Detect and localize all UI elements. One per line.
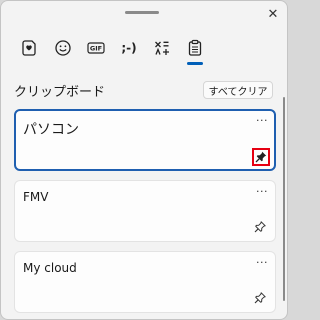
- smiley-icon: [55, 40, 71, 56]
- close-icon: ✕: [267, 6, 279, 22]
- symbols-icon: [155, 41, 169, 55]
- pin-button[interactable]: [251, 289, 269, 307]
- clipboard-item-text: My cloud: [23, 261, 77, 275]
- emoji-clipboard-panel: ✕ GIF ;-) クリップボード すべてクリア パソコン ··· FMV ··…: [0, 0, 288, 320]
- pin-button[interactable]: [252, 148, 270, 166]
- more-options-button[interactable]: ···: [256, 115, 268, 127]
- clipboard-icon: [188, 39, 202, 56]
- tab-stickers[interactable]: [17, 35, 43, 61]
- clipboard-item[interactable]: パソコン ···: [14, 109, 276, 171]
- pin-icon: [254, 221, 266, 233]
- tab-symbols[interactable]: [149, 35, 175, 61]
- close-button[interactable]: ✕: [263, 4, 283, 24]
- gif-tab-label: GIF: [90, 45, 102, 53]
- tab-clipboard[interactable]: [182, 35, 208, 65]
- clear-all-button[interactable]: すべてクリア: [203, 81, 273, 99]
- more-options-button[interactable]: ···: [256, 257, 268, 269]
- clipboard-item-text: FMV: [23, 190, 49, 204]
- clipboard-item[interactable]: My cloud ···: [14, 251, 276, 313]
- drag-handle[interactable]: [125, 11, 159, 14]
- gif-icon: GIF: [87, 42, 105, 54]
- pin-button[interactable]: [251, 218, 269, 236]
- kaomoji-icon: ;-): [121, 41, 137, 55]
- selected-tab-indicator: [187, 62, 203, 65]
- more-options-button[interactable]: ···: [256, 186, 268, 198]
- clipboard-item-text: パソコン: [23, 122, 79, 138]
- pin-icon: [254, 292, 266, 304]
- tab-gif[interactable]: GIF: [83, 35, 109, 61]
- tab-emoji[interactable]: [50, 35, 76, 61]
- clipboard-title: クリップボード: [14, 85, 106, 100]
- heart-sticker-icon: [22, 40, 36, 56]
- scrollbar[interactable]: [283, 97, 285, 301]
- pin-filled-icon: [255, 151, 267, 163]
- clipboard-item[interactable]: FMV ···: [14, 180, 276, 242]
- tab-kaomoji[interactable]: ;-): [116, 35, 142, 61]
